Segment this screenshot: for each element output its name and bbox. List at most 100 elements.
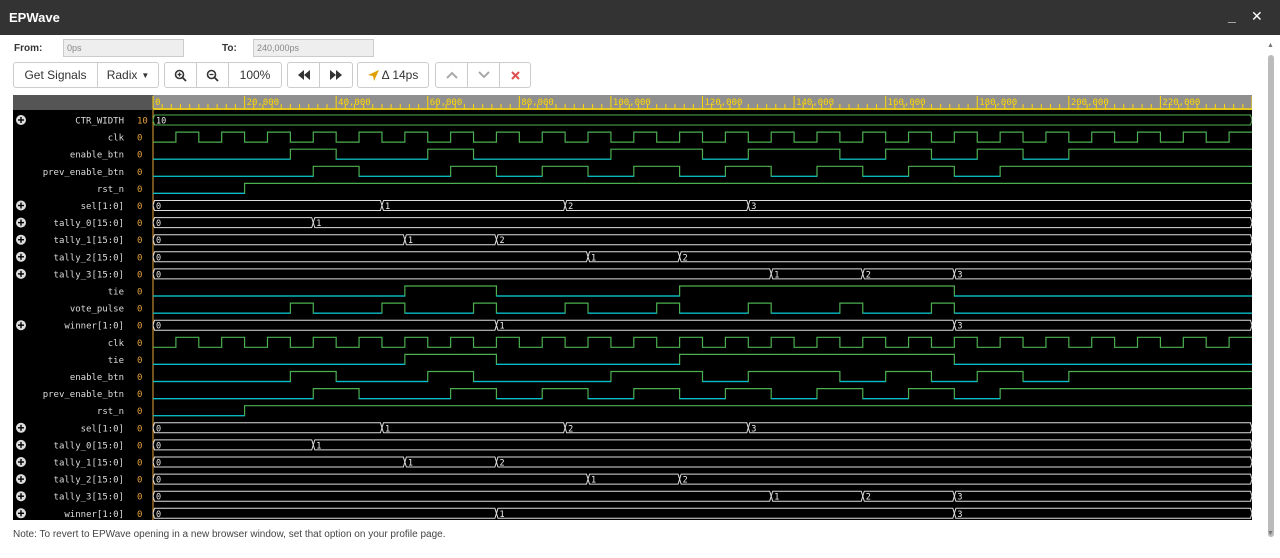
scroll-up-icon[interactable]: ▲ xyxy=(1267,42,1274,49)
signal-value: 0 xyxy=(137,476,142,486)
bus-value-label: 2 xyxy=(866,493,871,503)
bus-segment xyxy=(152,439,314,451)
vertical-scrollbar[interactable]: ▲ ▼ xyxy=(1266,40,1276,540)
ruler-tick-label: 40,000 xyxy=(338,98,371,108)
radix-dropdown[interactable]: Radix ▼ xyxy=(98,63,158,87)
ruler-header-spacer xyxy=(13,95,153,110)
bus-value-label: 1 xyxy=(316,219,321,229)
bus-segment xyxy=(152,200,383,211)
bus-segment xyxy=(152,217,314,229)
signal-name: tally_2[15:0] xyxy=(54,476,124,486)
waveform-canvas[interactable]: 0 20,000 40,000 60,000 80,000 100,000 120,000 1… xyxy=(13,95,1253,520)
rewind-button[interactable] xyxy=(288,63,320,87)
bus-segment xyxy=(770,490,864,502)
signal-name: prev_enable_btn xyxy=(43,390,124,400)
bus-value-label: 1 xyxy=(499,322,504,332)
signal-name: sel[1:0] xyxy=(81,424,124,434)
close-button[interactable]: ✕ xyxy=(1251,8,1263,24)
signal-waveform xyxy=(153,165,1252,177)
time-range-row: From: To: xyxy=(0,38,1280,60)
ruler-tick-label: 100,000 xyxy=(613,98,651,108)
rewind-icon xyxy=(297,70,310,80)
signal-name: clk xyxy=(108,134,125,144)
signal-value: 0 xyxy=(137,134,142,144)
bus-value-label: 1 xyxy=(408,236,413,246)
bus-value-label: 0 xyxy=(156,476,161,486)
signal-name: tie xyxy=(108,288,124,298)
minimize-button[interactable]: _ xyxy=(1228,8,1236,24)
scrollbar-thumb[interactable] xyxy=(1268,55,1274,537)
close-icon xyxy=(510,70,520,80)
bus-value-label: 0 xyxy=(156,270,161,280)
signal-value: 0 xyxy=(137,168,142,178)
bus-segment xyxy=(404,456,497,468)
previous-marker-button[interactable] xyxy=(436,63,468,87)
bus-value-label: 10 xyxy=(156,117,166,127)
fast-forward-button[interactable] xyxy=(320,63,352,87)
signal-value: 0 xyxy=(137,493,142,503)
zoom-out-button[interactable] xyxy=(197,63,229,87)
clock-waveform xyxy=(153,336,1252,348)
title-bar: EPWave _ ✕ xyxy=(0,0,1280,35)
radix-label: Radix xyxy=(106,68,138,82)
bus-value-label: 3 xyxy=(957,510,962,520)
bus-value-label: 0 xyxy=(156,459,161,469)
bus-value-label: 0 xyxy=(156,510,161,520)
bus-value-label: 2 xyxy=(568,202,573,212)
signal-name: enable_btn xyxy=(70,151,124,161)
signal-value: 0 xyxy=(137,373,142,383)
delta-group: Δ 14ps xyxy=(357,62,429,88)
zoom-out-icon xyxy=(206,69,219,82)
bus-value-label: 2 xyxy=(568,424,573,434)
bus-segment xyxy=(152,456,406,468)
next-marker-button[interactable] xyxy=(468,63,500,87)
bus-segment xyxy=(679,473,1253,485)
fast-forward-icon xyxy=(330,70,342,80)
bus-segment xyxy=(564,422,749,434)
bus-value-label: 1 xyxy=(774,493,779,503)
ruler-tick-label: 200,000 xyxy=(1071,98,1109,108)
window-title: EPWave xyxy=(9,10,60,25)
bus-segment xyxy=(495,319,955,331)
ruler-tick-label: 0 xyxy=(155,98,160,108)
from-label: From: xyxy=(14,43,43,54)
scroll-down-icon[interactable]: ▼ xyxy=(1267,530,1274,537)
bus-value-label: 3 xyxy=(957,270,962,280)
signal-value: 0 xyxy=(137,459,142,469)
signal-name: tally_1[15:0] xyxy=(54,236,124,246)
signal-name: winner[1:0] xyxy=(64,322,124,332)
signal-value: 0 xyxy=(137,236,142,246)
bus-value-label: 1 xyxy=(591,476,596,486)
delta-button[interactable]: Δ 14ps xyxy=(358,63,428,87)
ruler-tick-label: 120,000 xyxy=(705,98,743,108)
bus-value-label: 1 xyxy=(499,510,504,520)
bus-segment xyxy=(312,217,1253,229)
signal-name: sel[1:0] xyxy=(81,202,124,212)
signal-value: 0 xyxy=(137,441,142,451)
bus-value-label: 0 xyxy=(156,219,161,229)
chevron-down-icon xyxy=(477,71,490,79)
bus-segment xyxy=(381,422,566,434)
bus-segment xyxy=(953,507,1253,519)
signal-name: enable_btn xyxy=(70,373,124,383)
signal-name: tally_0[15:0] xyxy=(54,441,124,451)
signal-name: tie xyxy=(108,356,124,366)
get-signals-button[interactable]: Get Signals xyxy=(14,63,98,87)
remove-marker-button[interactable] xyxy=(500,63,530,87)
bus-segment xyxy=(770,268,864,280)
to-input[interactable] xyxy=(253,39,374,57)
zoom-in-button[interactable] xyxy=(165,63,197,87)
chevron-up-icon xyxy=(445,71,458,79)
from-input[interactable] xyxy=(63,39,184,57)
waveform-panel[interactable]: 0 20,000 40,000 60,000 80,000 100,000 120,000 1… xyxy=(13,95,1253,520)
bus-value-label: 0 xyxy=(156,322,161,332)
signal-name: prev_enable_btn xyxy=(43,168,124,178)
marker-group xyxy=(435,62,531,88)
signal-name: tally_2[15:0] xyxy=(54,253,124,263)
bus-value-label: 1 xyxy=(385,424,390,434)
signal-name: CTR_WIDTH xyxy=(75,117,124,127)
signal-value: 0 xyxy=(137,407,142,417)
navigate-group xyxy=(287,62,353,88)
delta-label: Δ 14ps xyxy=(381,68,419,82)
zoom-level[interactable]: 100% xyxy=(229,63,281,87)
